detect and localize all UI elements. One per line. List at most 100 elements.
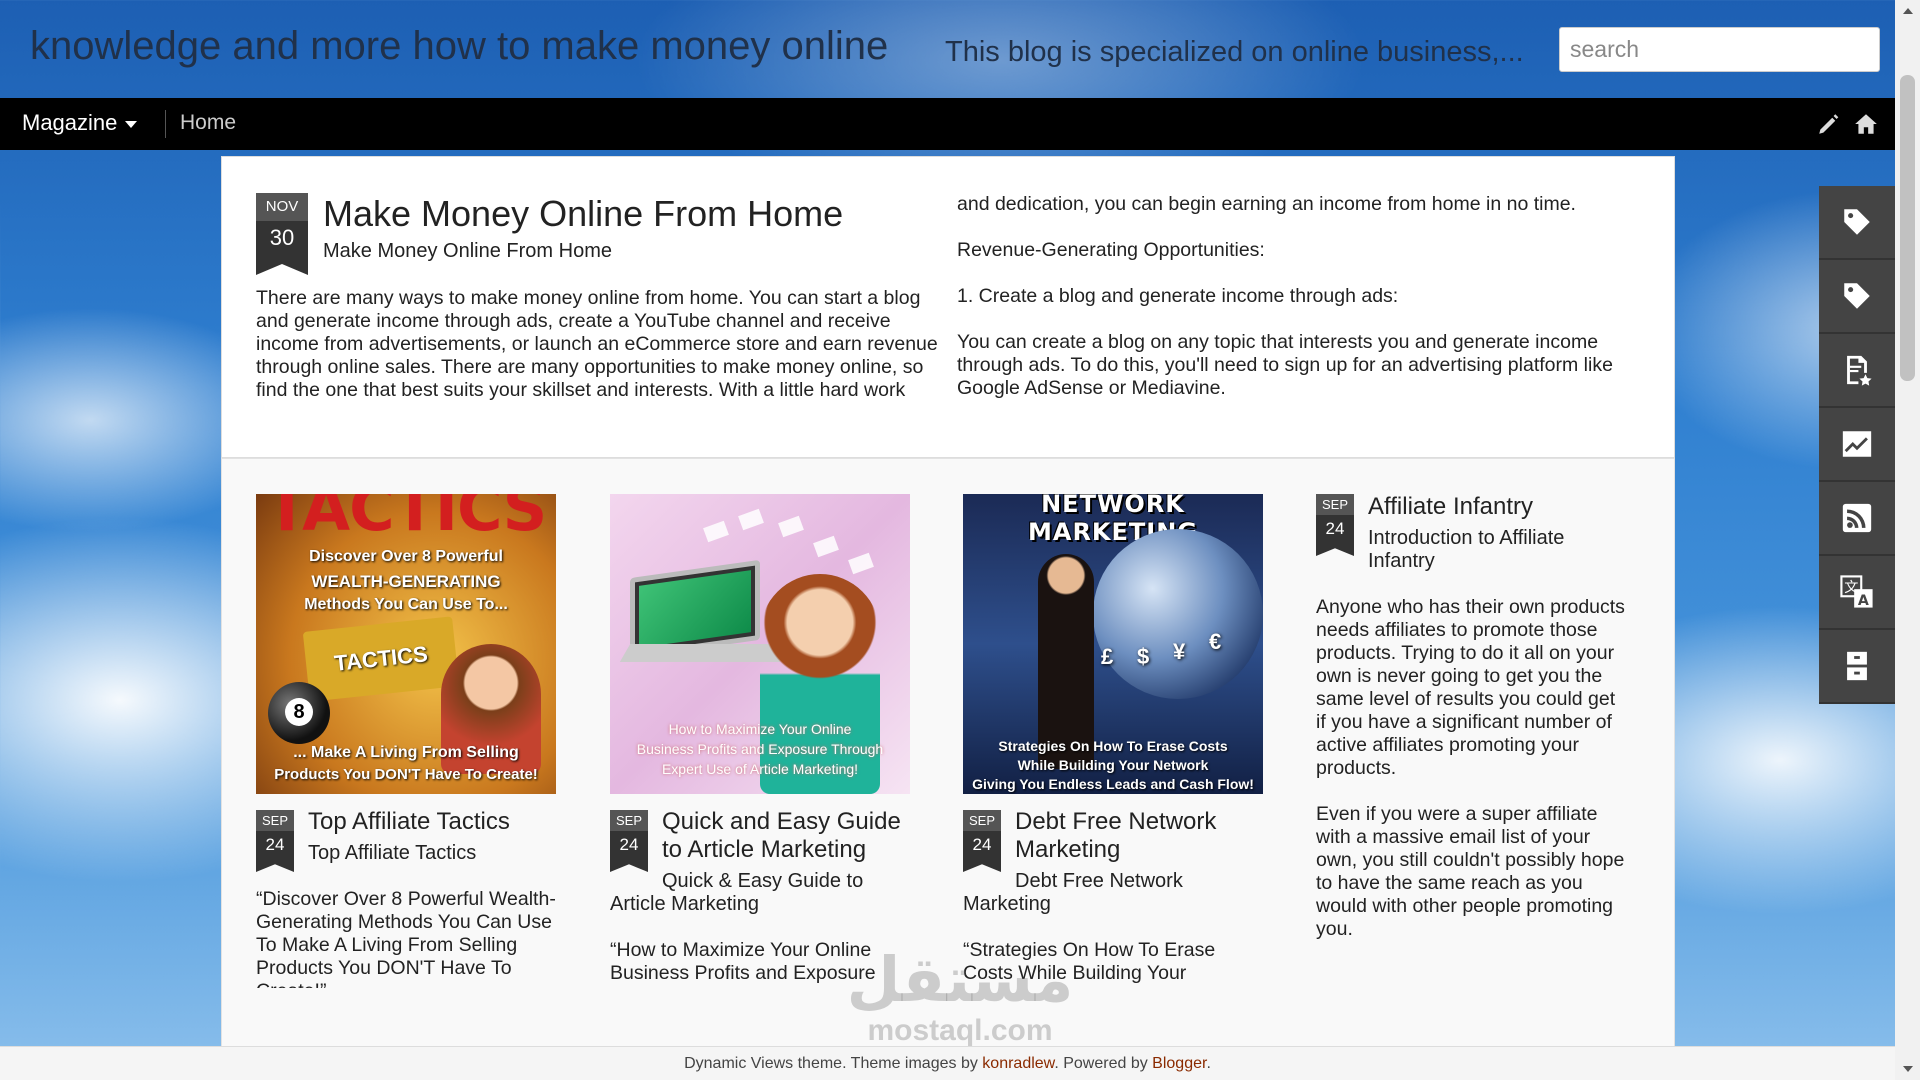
post-subtitle: Top Affiliate Tactics <box>308 842 477 864</box>
date-month: SEP <box>610 810 648 831</box>
site-description: This blog is specialized on online busin… <box>945 36 1524 68</box>
envelope-graphic <box>813 535 839 558</box>
footer-text: Dynamic Views theme. Theme images by <box>684 1055 983 1072</box>
featured-post[interactable]: NOV 30 Make Money Online From Home Make … <box>221 156 1675 458</box>
subscribe-button[interactable] <box>1819 482 1895 556</box>
post-excerpt-col1: There are many ways to make money online… <box>256 287 938 401</box>
post-excerpt: “Discover Over 8 Powerful Wealth-Generat… <box>256 888 556 988</box>
excerpt-paragraph: 1. Create a blog and generate income thr… <box>957 285 1399 307</box>
navbar: Magazine Home <box>0 98 1920 150</box>
date-flag <box>256 858 294 872</box>
svg-text:A: A <box>1858 593 1869 609</box>
page-scrollbar[interactable] <box>1895 0 1920 1080</box>
thumbnail-text: ... Make A Living From Selling <box>293 744 519 761</box>
post-subtitle: Quick & Easy Guide to Article Marketing <box>610 870 864 915</box>
date-badge: SEP 24 <box>256 810 294 872</box>
popular-posts-button[interactable] <box>1819 408 1895 482</box>
currency-symbol: £ <box>1101 644 1114 669</box>
date-badge: SEP 24 <box>1316 494 1354 556</box>
thumbnail-caption: How to Maximize Your Online Business Pro… <box>610 719 910 779</box>
date-day: 24 <box>610 831 648 858</box>
thumbnail-text: Products You DON'T Have To Create! <box>274 766 538 783</box>
date-badge: NOV 30 <box>256 193 308 275</box>
post-title[interactable]: Top Affiliate Tactics <box>308 808 558 836</box>
archive-icon <box>1847 651 1867 681</box>
thumbnail-text: Methods You Can Use To... <box>304 596 508 613</box>
scroll-down-arrow-icon[interactable] <box>1903 1066 1913 1072</box>
nav-divider <box>165 110 166 138</box>
globe-graphic <box>1093 529 1263 699</box>
tag-icon <box>1844 283 1870 309</box>
site-title[interactable]: knowledge and more how to make money onl… <box>30 24 888 69</box>
thumbnail-text: WEALTH-GENERATING <box>311 572 501 591</box>
translate-button[interactable]: 文A <box>1819 556 1895 630</box>
date-flag <box>256 255 308 275</box>
post-thumbnail[interactable]: TACTICS Discover Over 8 Powerful WEALTH-… <box>256 494 556 794</box>
post-subtitle: Make Money Online From Home <box>323 240 612 262</box>
date-day: 24 <box>1316 515 1354 542</box>
folder-graphic: TACTICS <box>302 616 460 702</box>
date-day: 30 <box>256 221 308 255</box>
post-excerpt: Anyone who has their own products needs … <box>1316 596 1626 946</box>
currency-symbol: ¥ <box>1173 639 1186 664</box>
star-document-icon <box>1847 355 1872 386</box>
thumbnail-caption: Strategies On How To Erase Costs While B… <box>963 737 1263 794</box>
date-flag <box>1316 542 1354 556</box>
envelope-graphic <box>778 515 804 538</box>
date-month: SEP <box>1316 494 1354 515</box>
excerpt-paragraph: Anyone who has their own products needs … <box>1316 596 1625 779</box>
post-excerpt-col2: and dedication, you can begin earning an… <box>957 193 1647 423</box>
post-title[interactable]: Quick and Easy Guide to Article Marketin… <box>662 808 912 864</box>
footer-text: . Powered by <box>1054 1055 1153 1072</box>
currency-symbol: $ <box>1137 644 1150 669</box>
date-badge: SEP 24 <box>610 810 648 872</box>
footer-platform-link[interactable]: Blogger <box>1152 1055 1206 1072</box>
thumbnail-text: Giving You Endless Leads and Cash Flow! <box>972 776 1254 792</box>
envelope-graphic <box>703 520 729 543</box>
ball-number: 8 <box>285 698 313 726</box>
date-month: NOV <box>256 193 308 221</box>
excerpt-paragraph: and dedication, you can begin earning an… <box>957 193 1576 215</box>
thumbnail-headline: TACTICS <box>265 494 548 545</box>
home-icon[interactable] <box>1853 111 1879 137</box>
search-input[interactable] <box>1559 27 1880 72</box>
view-selector[interactable]: Magazine <box>22 110 138 136</box>
right-toolbar: 文A <box>1819 186 1895 704</box>
pencil-icon[interactable] <box>1816 111 1842 137</box>
envelope-graphic <box>738 508 764 531</box>
caret-down-icon <box>125 121 138 128</box>
excerpt-paragraph: Even if you were a super affiliate with … <box>1316 803 1625 940</box>
thumbnail-text: How to Maximize Your Online <box>668 721 852 737</box>
post-subtitle: Debt Free Network Marketing <box>963 870 1183 915</box>
footer-text: . <box>1206 1055 1211 1072</box>
thumbnail-text: While Building Your Network <box>1017 757 1209 773</box>
date-badge: SEP 24 <box>963 810 1001 872</box>
watermark: مستقل mostaql.com <box>840 945 1080 1047</box>
post-title[interactable]: Debt Free Network Marketing <box>1015 808 1265 864</box>
thumbnail-text: Discover Over 8 Powerful <box>309 548 503 565</box>
post-title[interactable]: Affiliate Infantry <box>1368 493 1618 521</box>
scroll-up-arrow-icon[interactable] <box>1903 8 1913 14</box>
date-month: SEP <box>256 810 294 831</box>
post-thumbnail[interactable]: NETWORK MARKETING £ $ ¥ € Strategies On … <box>963 494 1263 794</box>
watermark-arabic: مستقل <box>846 943 1074 1016</box>
post-subtitle: Introduction to Affiliate Infantry <box>1368 527 1565 572</box>
tags-button[interactable] <box>1819 260 1895 334</box>
trending-chart-icon <box>1842 431 1872 457</box>
envelope-graphic <box>848 552 874 575</box>
rss-icon <box>1842 503 1872 533</box>
view-selector-label: Magazine <box>22 110 118 135</box>
post-thumbnail[interactable]: How to Maximize Your Online Business Pro… <box>610 494 910 794</box>
site-header: knowledge and more how to make money onl… <box>0 0 1920 98</box>
archive-button[interactable] <box>1819 630 1895 704</box>
post-title[interactable]: Make Money Online From Home <box>323 193 843 235</box>
scroll-thumb[interactable] <box>1900 75 1915 381</box>
footer-author-link[interactable]: konradlew <box>982 1055 1054 1072</box>
featured-posts-button[interactable] <box>1819 334 1895 408</box>
labels-button[interactable] <box>1819 186 1895 260</box>
watermark-latin: mostaql.com <box>867 1014 1053 1047</box>
nav-home-link[interactable]: Home <box>180 111 236 135</box>
tag-icon <box>1844 209 1870 235</box>
date-month: SEP <box>963 810 1001 831</box>
date-day: 24 <box>963 831 1001 858</box>
